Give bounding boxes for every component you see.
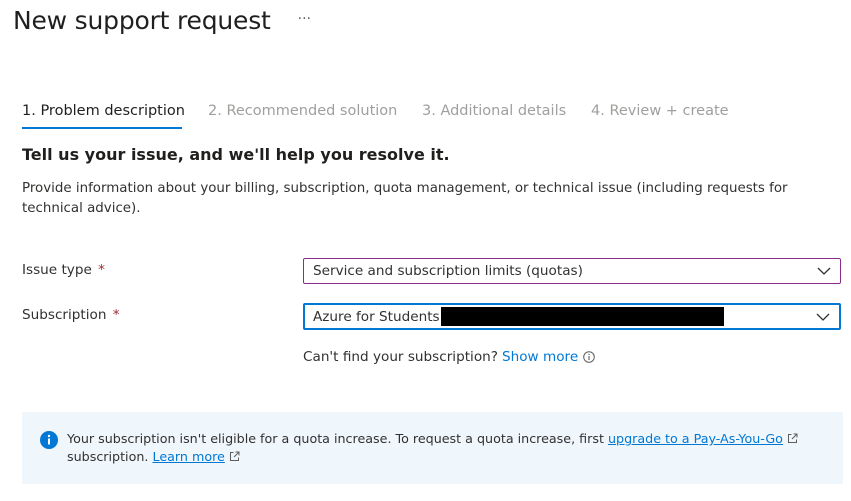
wizard-steps: 1. Problem description 2. Recommended so… <box>22 99 729 129</box>
section-heading: Tell us your issue, and we'll help you r… <box>22 145 450 164</box>
required-marker: * <box>112 307 120 323</box>
tab-additional-details[interactable]: 3. Additional details <box>422 99 566 129</box>
issue-type-label: Issue type * <box>22 262 105 278</box>
show-more-link[interactable]: Show more <box>502 349 578 365</box>
info-icon <box>40 431 58 449</box>
ellipsis-icon[interactable]: ··· <box>298 11 311 27</box>
info-icon[interactable] <box>583 351 596 363</box>
tab-recommended-solution[interactable]: 2. Recommended solution <box>208 99 397 129</box>
find-subscription-row: Can't find your subscription? Show more <box>303 349 596 365</box>
section-description: Provide information about your billing, … <box>22 181 788 216</box>
title-row: New support request ··· <box>13 4 311 38</box>
issue-type-value: Service and subscription limits (quotas) <box>313 263 583 279</box>
subscription-value: Azure for Students <box>313 308 440 325</box>
tab-problem-description[interactable]: 1. Problem description <box>22 99 185 129</box>
issue-type-label-text: Issue type <box>22 262 92 278</box>
page-title: New support request <box>13 6 271 35</box>
subscription-label-text: Subscription <box>22 307 107 323</box>
subscription-dropdown[interactable]: Azure for Students <box>303 303 841 330</box>
subscription-label: Subscription * <box>22 307 120 323</box>
banner-text-part: subscription. <box>67 449 153 464</box>
chevron-down-icon <box>816 313 830 321</box>
issue-type-dropdown[interactable]: Service and subscription limits (quotas) <box>303 258 841 284</box>
redacted-block <box>440 307 724 326</box>
banner-text-part: Your subscription isn't eligible for a q… <box>67 431 608 446</box>
tab-review-create[interactable]: 4. Review + create <box>591 99 729 129</box>
external-link-icon[interactable] <box>229 451 240 462</box>
banner-message: Your subscription isn't eligible for a q… <box>67 430 827 466</box>
find-subscription-text: Can't find your subscription? <box>303 349 498 365</box>
chevron-down-icon <box>817 267 831 275</box>
required-marker: * <box>98 262 105 278</box>
upgrade-link[interactable]: upgrade to a Pay-As-You-Go <box>608 431 783 446</box>
learn-more-link[interactable]: Learn more <box>152 449 224 464</box>
info-banner: Your subscription isn't eligible for a q… <box>22 412 843 484</box>
external-link-icon[interactable] <box>787 433 798 444</box>
